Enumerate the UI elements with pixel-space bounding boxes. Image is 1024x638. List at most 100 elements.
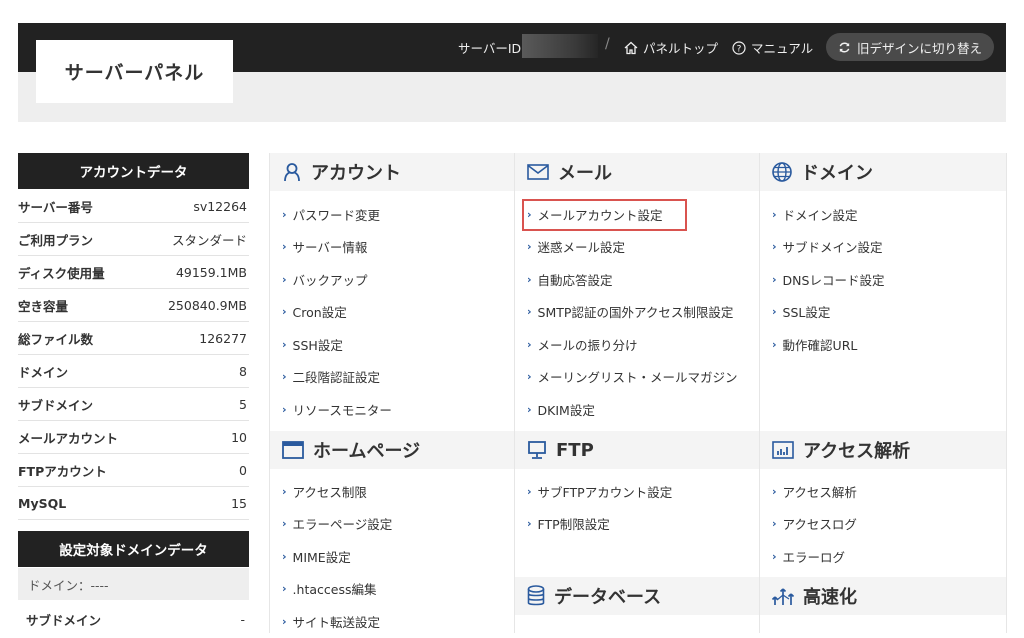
menu-item-site-redirect[interactable]: › サイト転送設定 [282, 605, 515, 638]
chevron-right-icon: › [282, 370, 287, 384]
account-row: MySQL 15 [18, 487, 249, 520]
menu-item-ssl[interactable]: › SSL設定 [772, 296, 1006, 329]
chevron-right-icon: › [527, 402, 532, 416]
section-account-title: アカウント [311, 163, 401, 184]
window-icon [282, 441, 304, 459]
chevron-right-icon: › [282, 337, 287, 351]
manual-link[interactable]: ? マニュアル [732, 38, 813, 57]
menu-item-backup[interactable]: › バックアップ [282, 263, 515, 296]
account-row: ドメイン 8 [18, 355, 249, 388]
menu-column-3: ドメイン › ドメイン設定 › サブドメイン設定 › DNSレコード設定 › SSL設定… [759, 153, 1007, 633]
chevron-right-icon: › [527, 305, 532, 319]
menu-item-mailing-list[interactable]: › メーリングリスト・メールマガジン [527, 361, 760, 394]
chevron-right-icon: › [772, 272, 777, 286]
chevron-right-icon: › [772, 240, 777, 254]
section-homepage-header: ホームページ [270, 431, 515, 469]
menu-item-test-url[interactable]: › 動作確認URL [772, 328, 1006, 361]
section-domain-list: › ドメイン設定 › サブドメイン設定 › DNSレコード設定 › SSL設定 › 動作確… [772, 198, 1006, 361]
menu-item-smtp-restriction[interactable]: › SMTP認証の国外アクセス制限設定 [527, 296, 760, 329]
account-row: サブドメイン 5 [18, 388, 249, 421]
chevron-right-icon: › [282, 582, 287, 596]
menu-item-cron[interactable]: › Cron設定 [282, 296, 515, 329]
section-analytics-header: アクセス解析 [760, 431, 1006, 469]
menu-item-ssh[interactable]: › SSH設定 [282, 328, 515, 361]
account-row: メールアカウント 10 [18, 421, 249, 454]
section-homepage-list: › アクセス制限 › エラーページ設定 › MIME設定 › .htaccess編集 ›… [282, 475, 515, 638]
chevron-right-icon: › [772, 484, 777, 498]
menu-item-spam[interactable]: › 迷惑メール設定 [527, 231, 760, 264]
chevron-right-icon: › [282, 402, 287, 416]
menu-item-htaccess[interactable]: › .htaccess編集 [282, 573, 515, 606]
chevron-right-icon: › [527, 337, 532, 351]
menu-item-access-analytics[interactable]: › アクセス解析 [772, 475, 1006, 508]
account-data-table: サーバー番号 sv12264 ご利用プラン スタンダード ディスク使用量 49159.… [18, 190, 249, 520]
account-data-header: アカウントデータ [18, 153, 249, 189]
account-row: ご利用プラン スタンダード [18, 223, 249, 256]
account-row: ディスク使用量 49159.1MB [18, 256, 249, 289]
section-speed-header: 高速化 [760, 577, 1006, 615]
section-ftp-title: FTP [556, 439, 594, 461]
menu-item-server-info[interactable]: › サーバー情報 [282, 231, 515, 264]
menu-item-access-restriction[interactable]: › アクセス制限 [282, 475, 515, 508]
menu-item-domain-settings[interactable]: › ドメイン設定 [772, 198, 1006, 231]
section-analytics-list: › アクセス解析 › アクセスログ › エラーログ [772, 475, 1006, 573]
menu-item-access-log[interactable]: › アクセスログ [772, 508, 1006, 541]
chevron-right-icon: › [282, 549, 287, 563]
chevron-right-icon: › [527, 484, 532, 498]
account-row: 空き容量 250840.9MB [18, 289, 249, 322]
chevron-right-icon: › [772, 517, 777, 531]
menu-column-1: アカウント › パスワード変更 › サーバー情報 › バックアップ › Cron設定 ›… [269, 153, 515, 633]
section-domain-header: ドメイン [760, 153, 1006, 191]
menu-item-ftp-restriction[interactable]: › FTP制限設定 [527, 508, 760, 541]
menu-item-mail-filter[interactable]: › メールの振り分け [527, 328, 760, 361]
menu-item-error-log[interactable]: › エラーログ [772, 540, 1006, 573]
section-account-list: › パスワード変更 › サーバー情報 › バックアップ › Cron設定 › SSH設定 … [282, 198, 515, 426]
panel-top-link[interactable]: パネルトップ [624, 38, 718, 57]
svg-text:?: ? [737, 44, 742, 54]
chart-icon [772, 441, 794, 459]
server-id-redacted [522, 34, 598, 58]
panel-top-label: パネルトップ [643, 41, 719, 56]
chevron-right-icon: › [527, 517, 532, 531]
refresh-icon [839, 42, 850, 52]
account-row: 総ファイル数 126277 [18, 322, 249, 355]
database-icon [527, 585, 545, 606]
menu-item-resource-monitor[interactable]: › リソースモニター [282, 393, 515, 426]
speed-icon [772, 588, 794, 605]
chevron-right-icon: › [282, 517, 287, 531]
chevron-right-icon: › [282, 484, 287, 498]
globe-icon [772, 162, 792, 182]
home-icon [624, 41, 638, 54]
menu-item-subdomain-settings[interactable]: › サブドメイン設定 [772, 231, 1006, 264]
monitor-icon [528, 441, 546, 459]
target-domain: ドメイン：---- [18, 568, 249, 600]
chevron-right-icon: › [282, 272, 287, 286]
chevron-right-icon: › [527, 240, 532, 254]
highlight-box [522, 199, 687, 231]
help-icon: ? [732, 40, 746, 55]
chevron-right-icon: › [282, 305, 287, 319]
menu-item-dkim[interactable]: › DKIM設定 [527, 393, 760, 426]
chevron-right-icon: › [282, 614, 287, 628]
section-homepage-title: ホームページ [313, 441, 421, 462]
app-logo[interactable]: サーバーパネル [36, 40, 233, 103]
menu-item-auto-reply[interactable]: › 自動応答設定 [527, 263, 760, 296]
menu-item-sub-ftp[interactable]: › サブFTPアカウント設定 [527, 475, 760, 508]
menu-item-password[interactable]: › パスワード変更 [282, 198, 515, 231]
old-design-label: 旧デザインに切り替え [856, 40, 982, 56]
old-design-button[interactable]: 旧デザインに切り替え [826, 33, 994, 61]
domain-data-header: 設定対象ドメインデータ [18, 531, 249, 567]
account-row: FTPアカウント 0 [18, 454, 249, 487]
chevron-right-icon: › [282, 240, 287, 254]
menu-item-error-page[interactable]: › エラーページ設定 [282, 508, 515, 541]
person-icon [284, 163, 300, 182]
chevron-right-icon: › [772, 305, 777, 319]
menu-item-dns[interactable]: › DNSレコード設定 [772, 263, 1006, 296]
chevron-right-icon: › [527, 370, 532, 384]
section-ftp-header: FTP [515, 431, 760, 469]
menu-item-2fa[interactable]: › 二段階認証設定 [282, 361, 515, 394]
menu-item-mime[interactable]: › MIME設定 [282, 540, 515, 573]
section-database-title: データベース [554, 587, 662, 608]
account-row: サーバー番号 sv12264 [18, 190, 249, 223]
section-database-header: データベース [515, 577, 760, 615]
